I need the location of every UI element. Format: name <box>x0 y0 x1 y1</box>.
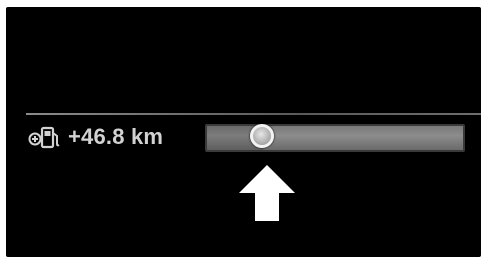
range-value: +46.8 km <box>68 124 164 149</box>
range-readout: +46.8 km <box>28 119 163 155</box>
range-bar-marker <box>250 124 275 148</box>
divider-line <box>26 113 481 115</box>
range-bar <box>205 124 465 152</box>
instrument-display: +46.8 km <box>6 7 481 257</box>
fuel-pump-plus-icon <box>28 124 62 150</box>
arrow-up-icon <box>237 163 297 223</box>
